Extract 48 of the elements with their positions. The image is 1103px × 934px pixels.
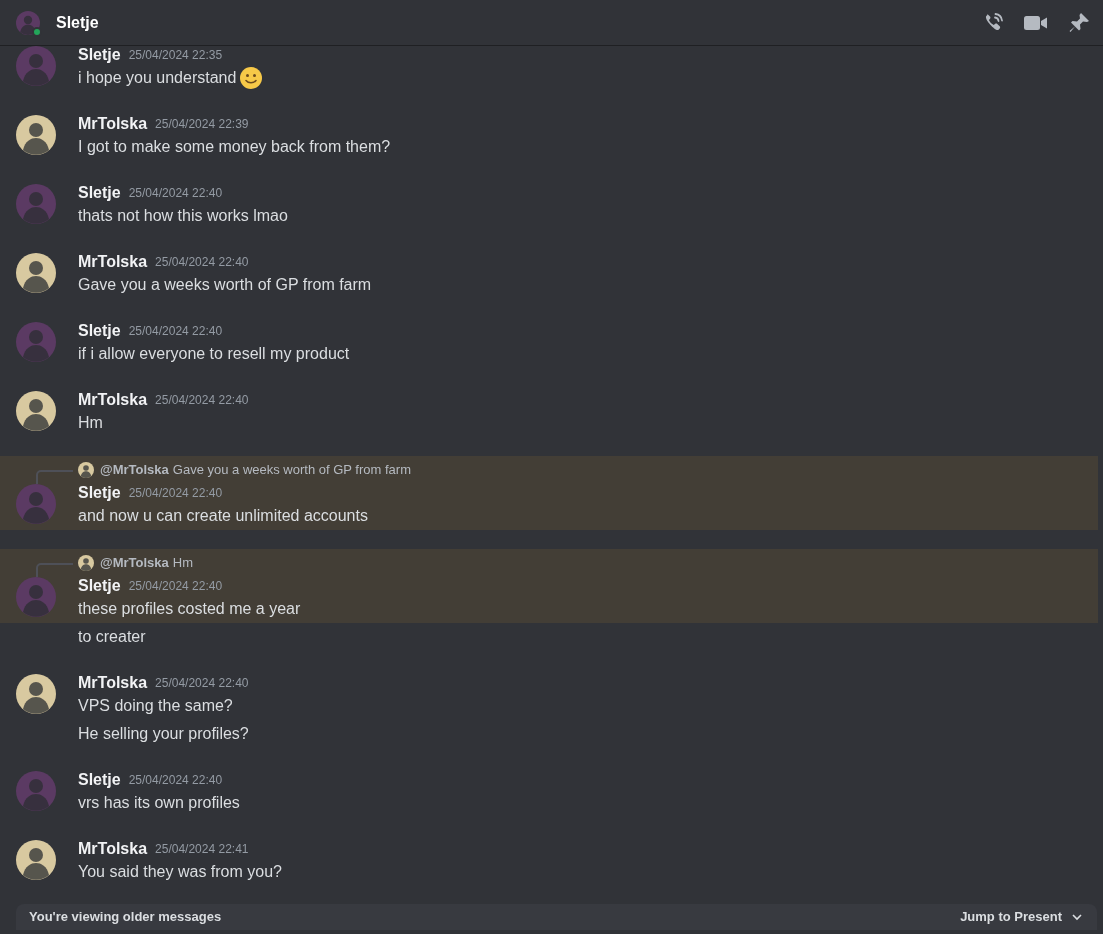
avatar (16, 10, 40, 35)
author-name[interactable]: MrTolska (78, 671, 148, 695)
avatar (78, 555, 94, 571)
message-text: and now u can create unlimited accounts (78, 507, 368, 525)
author-name[interactable]: MrTolska (78, 837, 148, 861)
message-text: I got to make some money back from them? (78, 138, 391, 156)
timestamp: 25/04/2024 22:41 (155, 841, 249, 858)
author-name[interactable]: Sletje (78, 319, 121, 343)
reply-connector-line (36, 470, 73, 484)
author-name[interactable]: Sletje (78, 768, 121, 792)
author-name[interactable]: MrTolska (78, 388, 148, 412)
author-name[interactable]: Sletje (78, 43, 121, 67)
timestamp: 25/04/2024 22:40 (128, 578, 223, 595)
older-messages-notice: You're viewing older messages (29, 908, 222, 927)
author-name[interactable]: Sletje (78, 481, 121, 505)
timestamp: 25/04/2024 22:40 (128, 185, 223, 202)
reply-connector-line (36, 563, 73, 577)
timestamp: 25/04/2024 22:40 (128, 323, 223, 340)
message-text: Hm (78, 414, 103, 432)
message-text: VPS doing the same? (78, 697, 233, 715)
message-text: vrs has its own profiles (78, 794, 240, 812)
message-text: thats not how this works lmao (78, 207, 288, 225)
message-text: Gave you a weeks worth of GP from farm (78, 276, 372, 294)
timestamp: 25/04/2024 22:40 (155, 392, 249, 409)
jump-to-present-button[interactable]: Jump to Present (960, 907, 1084, 927)
message-text: He selling your profiles? (78, 724, 249, 744)
timestamp: 25/04/2024 22:35 (128, 47, 223, 64)
timestamp: 25/04/2024 22:40 (128, 485, 223, 502)
reply-mention[interactable]: @MrTolska (100, 460, 169, 480)
pin-icon[interactable] (1067, 10, 1091, 35)
author-name[interactable]: MrTolska (78, 112, 148, 136)
channel-title: Sletje (56, 12, 99, 33)
avatar (78, 462, 94, 478)
author-name[interactable]: Sletje (78, 181, 121, 205)
message-text: to creater (78, 627, 146, 647)
reply-mention[interactable]: @MrTolska (100, 553, 169, 573)
author-name[interactable]: Sletje (78, 574, 121, 598)
timestamp: 25/04/2024 22:39 (155, 116, 249, 133)
reply-preview[interactable]: Hm (172, 553, 193, 573)
message-text: i hope you understand (78, 69, 237, 87)
message-text: these profiles costed me a year (78, 600, 301, 618)
timestamp: 25/04/2024 22:40 (128, 772, 223, 789)
message-text: if i allow everyone to resell my product (78, 345, 350, 363)
reply-preview[interactable]: Gave you a weeks worth of GP from farm (172, 460, 411, 480)
timestamp: 25/04/2024 22:40 (155, 254, 249, 271)
author-name[interactable]: MrTolska (78, 250, 148, 274)
message-text: You said they was from you? (78, 863, 282, 881)
timestamp: 25/04/2024 22:40 (155, 675, 249, 692)
